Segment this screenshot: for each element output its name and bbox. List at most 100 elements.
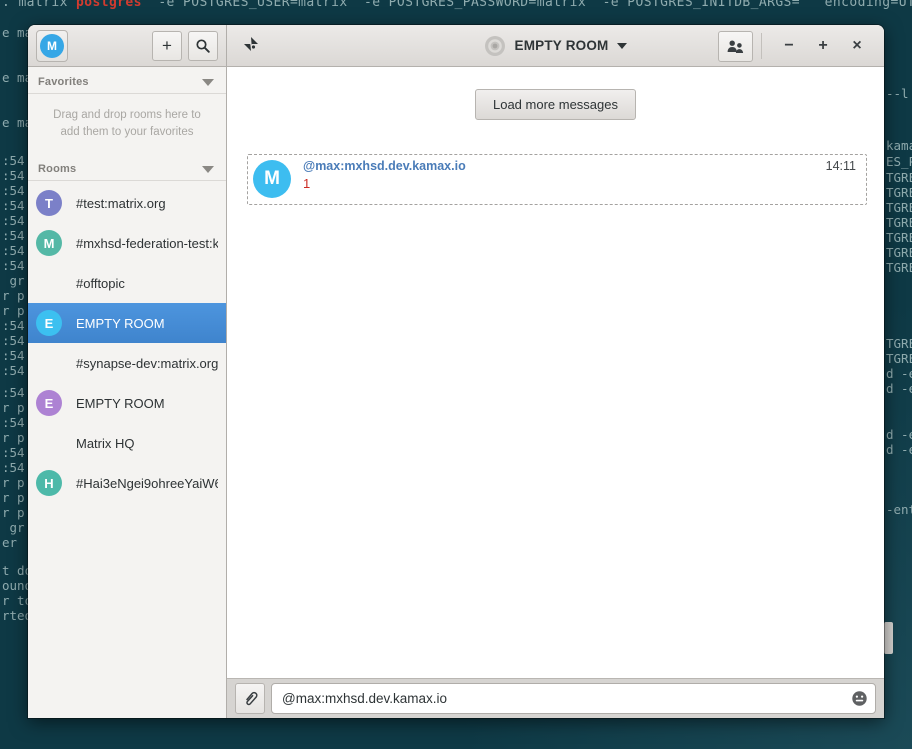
header-separator: [761, 33, 762, 59]
terminal-text-fragment: r p: [2, 475, 25, 490]
app-window: M +: [28, 25, 884, 718]
room-avatar: M: [36, 230, 62, 256]
room-title-button[interactable]: EMPTY ROOM: [484, 35, 626, 57]
terminal-text-fragment: r p: [2, 490, 25, 505]
minimize-button[interactable]: −: [772, 29, 806, 63]
header-right-controls: − + ×: [718, 25, 874, 67]
terminal-text-fragment: r p: [2, 288, 25, 303]
favorites-placeholder: Drag and drop rooms here to add them to …: [28, 94, 226, 154]
new-room-button[interactable]: +: [152, 31, 182, 61]
room-state-icon: [243, 36, 259, 52]
terminal-text-fragment: :54: [2, 198, 25, 213]
load-more-button[interactable]: Load more messages: [475, 89, 636, 120]
terminal-text-fragment: TGRE: [886, 245, 912, 260]
sidebar-header: M +: [28, 25, 227, 66]
terminal-text-fragment: er: [2, 535, 17, 550]
terminal-highlight-text: postgres: [76, 0, 142, 10]
room-label: #offtopic: [76, 276, 125, 291]
sidebar-header-actions: +: [152, 31, 218, 61]
header-bar: M +: [28, 25, 884, 67]
close-button[interactable]: ×: [840, 29, 874, 63]
search-icon: [195, 38, 211, 54]
room-list-item[interactable]: #offtopic: [28, 263, 226, 303]
search-button[interactable]: [188, 31, 218, 61]
room-members-button[interactable]: [718, 31, 753, 62]
terminal-top-line: . matrix postgres -e POSTGRES_USER=matri…: [2, 0, 912, 10]
terminal-text-fragment: :54: [2, 333, 25, 348]
terminal-text-fragment: :54: [2, 318, 25, 333]
terminal-text-fragment: r p: [2, 400, 25, 415]
terminal-text-fragment: :54: [2, 363, 25, 378]
room-label: EMPTY ROOM: [76, 396, 165, 411]
terminal-text-fragment: TGRE: [886, 215, 912, 230]
message-input[interactable]: [271, 683, 876, 714]
message-area: Load more messages M @max:mxhsd.dev.kama…: [227, 67, 884, 678]
terminal-text-fragment: TGRE: [886, 351, 912, 366]
terminal-text-fragment: kama: [886, 138, 912, 153]
terminal-text-fragment: ES_P: [886, 154, 912, 169]
chat-column: Load more messages M @max:mxhsd.dev.kama…: [227, 67, 884, 718]
attach-button[interactable]: [235, 683, 265, 714]
message-timestamp: 14:11: [826, 159, 856, 173]
room-list-item[interactable]: H #Hai3eNgei9ohreeYaiW6f...: [28, 463, 226, 503]
terminal-text-fragment: --l: [886, 86, 909, 101]
paperclip-icon: [243, 690, 258, 707]
message-row[interactable]: M @max:mxhsd.dev.kamax.io 14:11 1: [247, 154, 867, 205]
room-label: #Hai3eNgei9ohreeYaiW6f...: [76, 476, 218, 491]
terminal-text-fragment: TGRE: [886, 185, 912, 200]
terminal-text-fragment: :54: [2, 258, 25, 273]
room-avatar: E: [36, 310, 62, 336]
message-content: @max:mxhsd.dev.kamax.io 14:11 1: [303, 159, 856, 191]
account-menu-button[interactable]: M: [36, 30, 68, 62]
room-list-item[interactable]: E EMPTY ROOM: [28, 383, 226, 423]
favorites-label: Favorites: [38, 76, 89, 88]
people-icon: [726, 39, 745, 54]
terminal-text-fragment: r p: [2, 430, 25, 445]
terminal-text-fragment: d -e: [886, 366, 912, 381]
terminal-text-fragment: TGRE: [886, 200, 912, 215]
room-list-item[interactable]: T #test:matrix.org: [28, 183, 226, 223]
terminal-text-fragment: r p: [2, 303, 25, 318]
terminal-scrollbar-thumb[interactable]: [884, 622, 893, 654]
room-label: Matrix HQ: [76, 436, 135, 451]
collapse-arrow-icon: [202, 79, 214, 86]
room-list-item[interactable]: E EMPTY ROOM: [28, 303, 226, 343]
terminal-text-fragment: TGRE: [886, 230, 912, 245]
message-sender[interactable]: @max:mxhsd.dev.kamax.io: [303, 159, 466, 173]
terminal-text-fragment: TGRE: [886, 260, 912, 275]
terminal-text-fragment: :54: [2, 243, 25, 258]
chevron-down-icon: [617, 43, 627, 49]
terminal-text-fragment: :54: [2, 445, 25, 460]
terminal-text-fragment: TGRE: [886, 170, 912, 185]
window-content: Favorites Drag and drop rooms here to ad…: [28, 67, 884, 718]
terminal-text-fragment: gr: [2, 520, 25, 535]
composer-bar: [227, 678, 884, 718]
room-avatar: E: [36, 390, 62, 416]
room-list-item[interactable]: M #mxhsd-federation-test:k...: [28, 223, 226, 263]
terminal-text-fragment: :54: [2, 415, 25, 430]
room-avatar: H: [36, 470, 62, 496]
collapse-arrow-icon: [202, 166, 214, 173]
room-label: EMPTY ROOM: [76, 316, 165, 331]
favorites-section-header[interactable]: Favorites: [28, 67, 226, 93]
rooms-section-header[interactable]: Rooms: [28, 154, 226, 180]
terminal-text-fragment: :54: [2, 228, 25, 243]
message-entry-container: [271, 683, 876, 714]
room-list: T #test:matrix.org M #mxhsd-federation-t…: [28, 181, 226, 503]
terminal-text-fragment: :54: [2, 183, 25, 198]
maximize-button[interactable]: +: [806, 29, 840, 63]
room-list-item[interactable]: #synapse-dev:matrix.org: [28, 343, 226, 383]
room-list-item[interactable]: Matrix HQ: [28, 423, 226, 463]
terminal-text-fragment: r p: [2, 505, 25, 520]
terminal-text-fragment: :54: [2, 385, 25, 400]
terminal-text: . matrix: [2, 0, 76, 10]
terminal-text-fragment: :54: [2, 348, 25, 363]
rooms-label: Rooms: [38, 163, 76, 175]
room-title: EMPTY ROOM: [514, 38, 608, 53]
emoji-icon[interactable]: [851, 690, 868, 707]
terminal-text-fragment: d -e: [886, 427, 912, 442]
room-label: #mxhsd-federation-test:k...: [76, 236, 218, 251]
room-label: #synapse-dev:matrix.org: [76, 356, 218, 371]
plus-icon: +: [162, 36, 172, 56]
terminal-text-fragment: :54: [2, 153, 25, 168]
